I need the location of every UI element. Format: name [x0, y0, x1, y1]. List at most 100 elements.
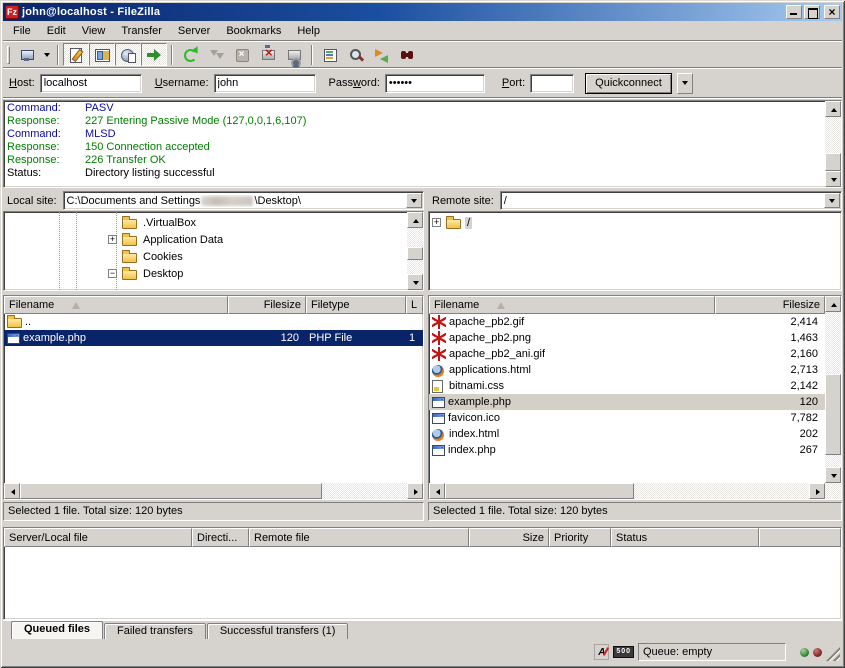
reconnect-button[interactable] — [281, 43, 307, 66]
menu-edit[interactable]: Edit — [39, 23, 74, 39]
tree-item-desktop[interactable]: − Desktop — [4, 265, 407, 282]
queue-body[interactable] — [4, 547, 841, 619]
close-button[interactable] — [824, 5, 840, 19]
file-row[interactable]: apache_pb2_ani.gif 2,160 — [429, 346, 825, 362]
column-header-server-local-file[interactable]: Server/Local file — [4, 528, 192, 547]
toggle-local-tree-button[interactable] — [89, 43, 115, 66]
scrollbar-thumb[interactable] — [407, 247, 423, 260]
scroll-right-button[interactable] — [809, 483, 825, 499]
column-header-lastmodified[interactable]: L — [406, 296, 423, 314]
file-row[interactable]: apache_pb2.gif 2,414 — [429, 314, 825, 330]
file-row-example-php[interactable]: example.php 120 PHP File 1 — [4, 330, 423, 346]
transfer-type-indicator-icon[interactable]: A — [594, 644, 609, 660]
collapse-icon[interactable]: − — [108, 269, 117, 278]
local-site-dropdown-button[interactable] — [406, 193, 422, 208]
file-row[interactable]: applications.html 2,713 — [429, 362, 825, 378]
maximize-button[interactable] — [804, 5, 820, 19]
column-header-filesize[interactable]: Filesize — [715, 296, 825, 314]
filter-button[interactable] — [317, 43, 343, 66]
host-input[interactable] — [40, 74, 142, 93]
folder-icon — [122, 219, 137, 229]
scroll-up-button[interactable] — [825, 296, 841, 312]
menu-help[interactable]: Help — [289, 23, 328, 39]
menu-view[interactable]: View — [74, 23, 114, 39]
menu-transfer[interactable]: Transfer — [113, 23, 170, 39]
scroll-down-button[interactable] — [825, 467, 841, 483]
sync-browsing-button[interactable] — [369, 43, 395, 66]
scroll-left-button[interactable] — [4, 483, 20, 499]
file-row-example-php[interactable]: example.php 120 — [429, 394, 825, 410]
scrollbar-thumb[interactable] — [825, 374, 841, 455]
remote-list-scrollbar[interactable] — [825, 296, 841, 483]
tab-queued-files[interactable]: Queued files — [11, 621, 103, 639]
minimize-button[interactable] — [786, 5, 802, 19]
file-row[interactable]: index.php 267 — [429, 442, 825, 458]
column-header-size[interactable]: Size — [469, 528, 549, 547]
column-header-filename[interactable]: Filename — [4, 296, 228, 314]
scrollbar-thumb[interactable] — [445, 483, 634, 499]
column-header-filesize[interactable]: Filesize — [228, 296, 306, 314]
toggle-queue-button[interactable] — [141, 43, 167, 66]
tree-item-virtualbox[interactable]: + .VirtualBox — [4, 214, 407, 231]
file-row[interactable]: favicon.ico 7,782 — [429, 410, 825, 426]
password-input[interactable] — [385, 74, 485, 93]
find-files-button[interactable] — [395, 43, 421, 66]
file-row[interactable]: apache_pb2.png 1,463 — [429, 330, 825, 346]
resize-grip[interactable] — [826, 647, 840, 661]
toggle-remote-tree-button[interactable] — [115, 43, 141, 66]
scrollbar-thumb[interactable] — [20, 483, 322, 499]
toggle-message-log-button[interactable] — [63, 43, 89, 66]
remote-site-combo[interactable]: / — [500, 191, 842, 210]
speed-limit-icon[interactable]: 500 — [613, 646, 634, 658]
expand-icon[interactable]: + — [108, 235, 117, 244]
toolbar-grip[interactable] — [7, 46, 10, 64]
process-queue-button[interactable] — [203, 43, 229, 66]
compare-button[interactable] — [343, 43, 369, 66]
remote-site-dropdown-button[interactable] — [824, 193, 840, 208]
remote-list-hscrollbar[interactable] — [429, 483, 841, 499]
column-header-remote-file[interactable]: Remote file — [249, 528, 469, 547]
disconnect-button[interactable] — [255, 43, 281, 66]
site-manager-icon — [19, 47, 35, 63]
quickconnect-dropdown-button[interactable] — [677, 73, 693, 94]
file-row[interactable]: index.html 202 — [429, 426, 825, 442]
scroll-up-button[interactable] — [825, 101, 841, 117]
local-tree-scrollbar[interactable] — [407, 212, 423, 290]
scrollbar-thumb[interactable] — [825, 153, 841, 171]
menu-server[interactable]: Server — [170, 23, 218, 39]
file-row-parent-dir[interactable]: .. — [4, 314, 423, 330]
tree-item-application-data[interactable]: + Application Data — [4, 231, 407, 248]
menu-file[interactable]: File — [5, 23, 39, 39]
column-header-direction[interactable]: Directi... — [192, 528, 249, 547]
scroll-up-button[interactable] — [407, 212, 423, 228]
site-manager-dropdown-button[interactable] — [40, 43, 53, 66]
menu-bookmarks[interactable]: Bookmarks — [218, 23, 289, 39]
log-scrollbar[interactable] — [825, 101, 841, 187]
username-input[interactable] — [214, 74, 316, 93]
compare-icon — [348, 47, 364, 63]
column-header-filename[interactable]: Filename — [429, 296, 715, 314]
refresh-button[interactable] — [177, 43, 203, 66]
title-bar[interactable]: Fz john@localhost - FileZilla — [3, 3, 842, 21]
tab-successful-transfers[interactable]: Successful transfers (1) — [207, 623, 349, 639]
tab-failed-transfers[interactable]: Failed transfers — [104, 623, 206, 639]
cancel-operation-button[interactable] — [229, 43, 255, 66]
local-list-hscrollbar[interactable] — [4, 483, 423, 499]
column-header-priority[interactable]: Priority — [549, 528, 611, 547]
toolbar-separator — [171, 45, 173, 65]
site-manager-button[interactable] — [14, 43, 40, 66]
scroll-down-button[interactable] — [825, 171, 841, 187]
column-header-status[interactable]: Status — [611, 528, 759, 547]
tree-item-cookies[interactable]: + Cookies — [4, 248, 407, 265]
scroll-down-button[interactable] — [407, 274, 423, 290]
scroll-right-button[interactable] — [407, 483, 423, 499]
port-input[interactable] — [530, 74, 574, 93]
scroll-left-button[interactable] — [429, 483, 445, 499]
local-site-combo[interactable]: C:\Documents and Settings\Desktop\ — [63, 191, 424, 210]
quickconnect-button[interactable]: Quickconnect — [585, 73, 672, 94]
local-selection-status: Selected 1 file. Total size: 120 bytes — [3, 502, 424, 521]
tree-item-root[interactable]: + / — [429, 214, 841, 231]
expand-icon[interactable]: + — [432, 218, 441, 227]
column-header-filetype[interactable]: Filetype — [306, 296, 406, 314]
file-row[interactable]: bitnami.css 2,142 — [429, 378, 825, 394]
